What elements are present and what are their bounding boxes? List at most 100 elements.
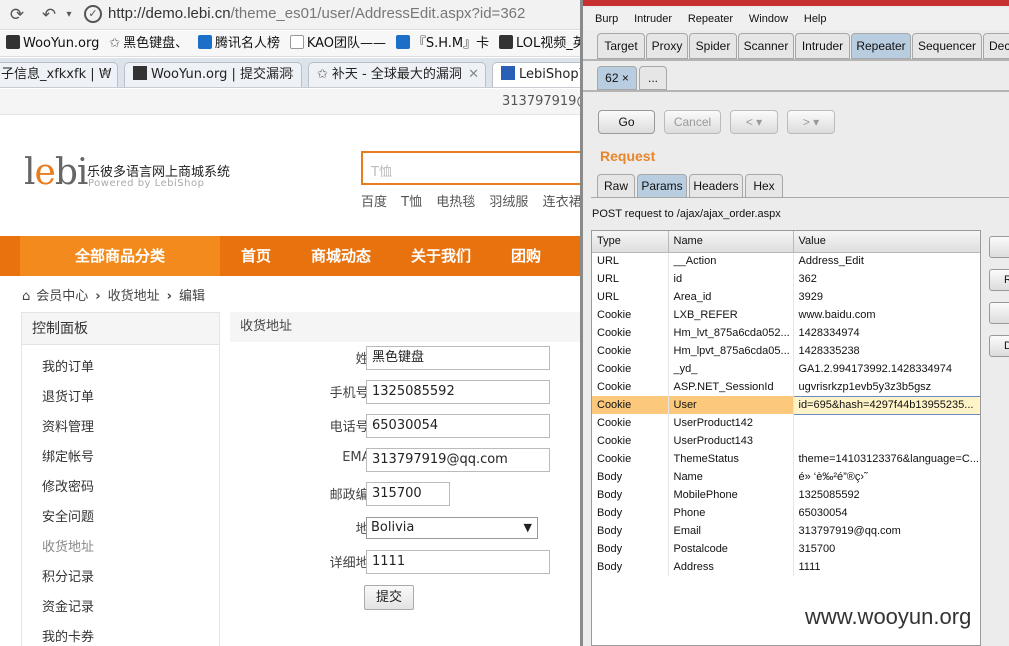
- param-type[interactable]: Body: [592, 486, 669, 504]
- hot-word-link[interactable]: 百度: [361, 195, 387, 210]
- tab-hex[interactable]: Hex: [745, 174, 783, 198]
- param-name[interactable]: Area_id: [668, 288, 794, 306]
- table-row[interactable]: Cookie ThemeStatus theme=14103123376&langu…: [592, 450, 980, 468]
- param-value[interactable]: 3929: [793, 288, 980, 306]
- sidebar-item-security[interactable]: 安全问题: [22, 503, 219, 533]
- param-type[interactable]: Cookie: [592, 450, 669, 468]
- browser-tab[interactable]: ✩ 补天 - 全球最大的漏洞 ✕: [308, 62, 486, 87]
- param-name[interactable]: id: [668, 270, 794, 288]
- param-name[interactable]: Postalcode: [668, 540, 794, 558]
- param-value[interactable]: é» ‘è‰²é”®ç›˜: [793, 468, 980, 486]
- hot-word-link[interactable]: 羽绒服: [489, 195, 528, 210]
- param-name[interactable]: Name: [668, 468, 794, 486]
- param-name[interactable]: __Action: [668, 252, 794, 270]
- menu-window[interactable]: Window: [749, 8, 788, 30]
- param-name[interactable]: User: [668, 396, 794, 414]
- sidebar-item-points[interactable]: 积分记录: [22, 563, 219, 593]
- table-row[interactable]: Cookie Hm_lvt_875a6cda052... 1428334974: [592, 324, 980, 342]
- email-field[interactable]: 313797919@qq.com: [366, 448, 550, 472]
- hot-word-link[interactable]: 电热毯: [436, 195, 475, 210]
- side-button[interactable]: [989, 302, 1009, 324]
- table-row[interactable]: Body MobilePhone 1325085592: [592, 486, 980, 504]
- param-value[interactable]: 65030054: [793, 504, 980, 522]
- all-categories-button[interactable]: 全部商品分类: [20, 236, 220, 276]
- param-type[interactable]: Body: [592, 504, 669, 522]
- tab-62[interactable]: 62 ×: [597, 66, 637, 90]
- param-value[interactable]: [793, 414, 980, 432]
- param-name[interactable]: Hm_lpvt_875a6cda05...: [668, 342, 794, 360]
- table-row[interactable]: Cookie UserProduct142: [592, 414, 980, 432]
- user-email[interactable]: 313797919@: [502, 94, 580, 109]
- param-value[interactable]: [793, 432, 980, 450]
- side-button[interactable]: Re: [989, 269, 1009, 291]
- param-type[interactable]: Cookie: [592, 432, 669, 450]
- column-value[interactable]: Value: [793, 231, 980, 253]
- mobile-field[interactable]: 1325085592: [366, 380, 550, 404]
- tab-params[interactable]: Params: [637, 174, 687, 198]
- param-type[interactable]: Cookie: [592, 324, 669, 342]
- side-button[interactable]: D: [989, 335, 1009, 357]
- hot-word-link[interactable]: 连衣裙: [543, 195, 580, 210]
- nav-about[interactable]: 关于我们: [411, 236, 471, 276]
- bookmark-item[interactable]: WooYun.org: [6, 31, 99, 56]
- bookmark-item[interactable]: 『S.H.M』卡: [395, 31, 489, 56]
- param-name[interactable]: _yd_: [668, 360, 794, 378]
- phone-field[interactable]: 65030054: [366, 414, 550, 438]
- sidebar-item-funds[interactable]: 资金记录: [22, 593, 219, 623]
- go-button[interactable]: Go: [598, 110, 655, 134]
- back-history-icon[interactable]: ▾: [58, 4, 80, 26]
- reload-icon[interactable]: ⟳: [6, 4, 28, 26]
- back-icon[interactable]: ↶: [38, 4, 60, 26]
- browser-tab-active[interactable]: LebiShop商: [492, 62, 580, 87]
- param-value[interactable]: 1428334974: [793, 324, 980, 342]
- param-type[interactable]: Cookie: [592, 378, 669, 396]
- side-button[interactable]: [989, 236, 1009, 258]
- param-value[interactable]: GA1.2.994173992.1428334974: [793, 360, 980, 378]
- tab-proxy[interactable]: Proxy: [646, 33, 688, 59]
- hot-word-link[interactable]: T恤: [401, 195, 422, 210]
- tab-target[interactable]: Target: [597, 33, 645, 59]
- param-name[interactable]: UserProduct142: [668, 414, 794, 432]
- param-value[interactable]: ugvrisrkzp1evb5y3z3b5gsz: [793, 378, 980, 396]
- sidebar-item-profile[interactable]: 资料管理: [22, 413, 219, 443]
- param-name[interactable]: LXB_REFER: [668, 306, 794, 324]
- param-type[interactable]: Cookie: [592, 360, 669, 378]
- table-row[interactable]: URL id 362: [592, 270, 980, 288]
- param-value[interactable]: Address_Edit: [793, 252, 980, 270]
- param-value[interactable]: 315700: [793, 540, 980, 558]
- param-type[interactable]: Body: [592, 558, 669, 576]
- sidebar-item-address[interactable]: 收货地址: [22, 533, 219, 563]
- param-name[interactable]: Email: [668, 522, 794, 540]
- bookmark-item[interactable]: LOL视频_英: [498, 31, 580, 56]
- param-name[interactable]: ASP.NET_SessionId: [668, 378, 794, 396]
- sidebar-item-returns[interactable]: 退货订单: [22, 383, 219, 413]
- table-row[interactable]: Cookie User id=695&hash=4297f44b13955235..…: [592, 395, 980, 415]
- table-row[interactable]: Cookie ASP.NET_SessionId ugvrisrkzp1evb5y3…: [592, 378, 980, 396]
- param-name[interactable]: Phone: [668, 504, 794, 522]
- menu-repeater[interactable]: Repeater: [688, 8, 733, 30]
- tab-new[interactable]: ...: [639, 66, 667, 90]
- param-type[interactable]: URL: [592, 270, 669, 288]
- bookmark-item[interactable]: 腾讯名人榜: [197, 31, 280, 56]
- param-type[interactable]: Cookie: [592, 396, 669, 414]
- prev-button[interactable]: < ▾: [730, 110, 778, 134]
- close-icon[interactable]: ✕: [468, 63, 479, 87]
- table-row[interactable]: Body Address 1111: [592, 558, 980, 576]
- table-row[interactable]: URL __Action Address_Edit: [592, 252, 980, 270]
- table-row[interactable]: Cookie _yd_ GA1.2.994173992.1428334974: [592, 360, 980, 378]
- param-name[interactable]: Address: [668, 558, 794, 576]
- column-name[interactable]: Name: [668, 231, 794, 253]
- param-value[interactable]: 1111: [793, 558, 980, 576]
- sidebar-item-orders[interactable]: 我的订单: [22, 353, 219, 383]
- sidebar-item-password[interactable]: 修改密码: [22, 473, 219, 503]
- tab-decoder[interactable]: Deco: [983, 33, 1009, 59]
- param-value[interactable]: id=695&hash=4297f44b13955235...: [792, 395, 980, 415]
- nav-groupbuy[interactable]: 团购: [511, 236, 541, 276]
- menu-burp[interactable]: Burp: [595, 8, 618, 30]
- security-shield-icon[interactable]: ✓: [84, 5, 102, 23]
- param-value[interactable]: 313797919@qq.com: [793, 522, 980, 540]
- breadcrumb-member[interactable]: 会员中心: [36, 289, 88, 304]
- param-name[interactable]: Hm_lvt_875a6cda052...: [668, 324, 794, 342]
- cancel-button[interactable]: Cancel: [664, 110, 721, 134]
- browser-tab[interactable]: WooYun.org | 提交漏洞 ✕: [124, 62, 302, 87]
